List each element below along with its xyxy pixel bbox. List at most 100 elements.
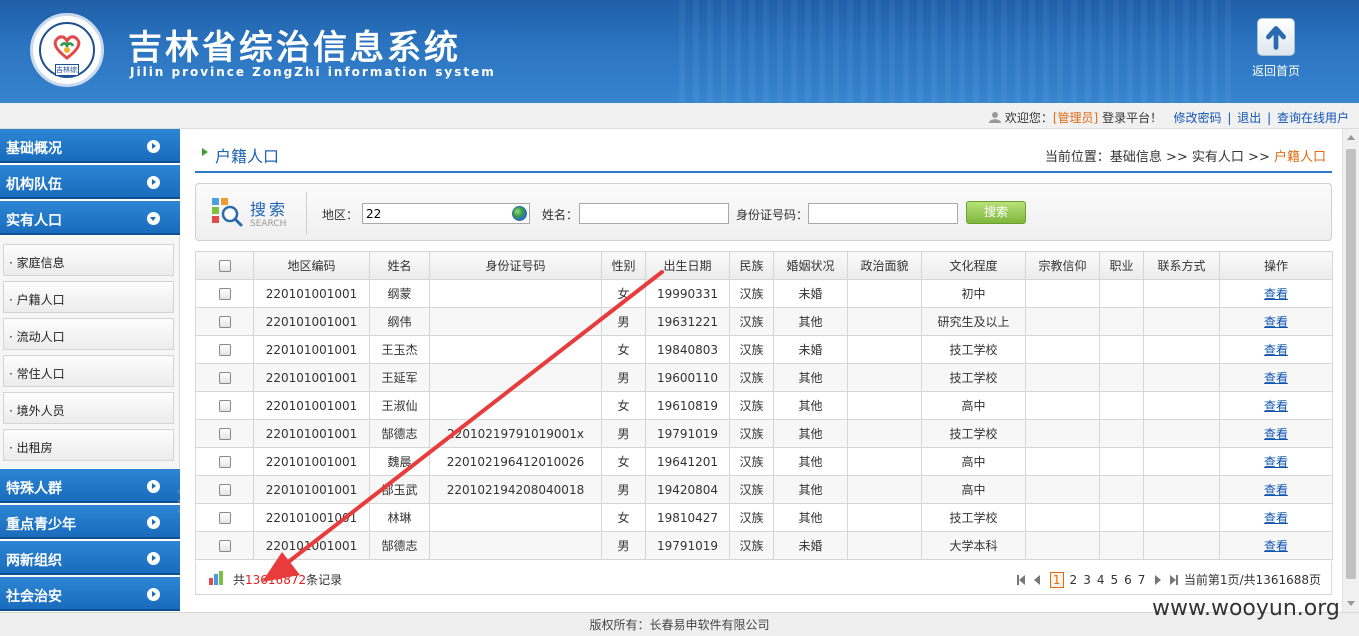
select-all-checkbox-cell[interactable] (195, 251, 254, 280)
action-cell: 查看 (1219, 307, 1333, 336)
table-cell (847, 503, 922, 532)
sidebar-item-actual-population[interactable]: 实有人口 (0, 201, 180, 235)
page-number[interactable]: 7 (1138, 573, 1146, 587)
column-header: 操作 (1219, 251, 1333, 280)
next-page-icon[interactable] (1154, 575, 1162, 585)
change-password-link[interactable]: 修改密码 (1174, 111, 1222, 125)
id-number-input[interactable] (808, 203, 958, 224)
view-link[interactable]: 查看 (1264, 483, 1288, 497)
watermark-text: www.wooyun.org (1152, 596, 1340, 621)
page-number[interactable]: 2 (1070, 573, 1078, 587)
row-checkbox[interactable] (218, 400, 231, 412)
search-button[interactable]: 搜索 (966, 201, 1026, 224)
population-table: 地区编码 姓名 身份证号码 性别 出生日期 民族 婚姻状况 政治面貌 文化程度 宗教信仰 职业 联系方… (195, 251, 1333, 560)
view-link[interactable]: 查看 (1264, 539, 1288, 553)
sidebar-item-organization[interactable]: 机构队伍 (0, 165, 180, 199)
prev-page-icon[interactable] (1033, 575, 1041, 585)
logout-link[interactable]: 退出 (1237, 111, 1261, 125)
select-all-checkbox[interactable] (218, 260, 231, 272)
row-checkbox-cell[interactable] (195, 279, 254, 308)
home-button[interactable]: 返回首页 (1248, 18, 1304, 82)
table-cell: 汉族 (729, 307, 774, 336)
name-input[interactable] (579, 203, 729, 224)
page-number[interactable]: 6 (1124, 573, 1132, 587)
table-cell: 19840803 (645, 335, 730, 364)
view-link[interactable]: 查看 (1264, 399, 1288, 413)
sidebar-subitem-text: 户籍人口 (16, 293, 65, 307)
region-input[interactable] (362, 203, 530, 224)
sidebar-subitem-text: 流动人口 (16, 330, 65, 344)
scroll-thumb[interactable] (1346, 149, 1356, 579)
table-cell: 其他 (773, 307, 848, 336)
sidebar-subitem-floating-population[interactable]: · 流动人口 (3, 318, 174, 350)
online-users-link[interactable]: 查询在线用户 (1277, 111, 1349, 125)
last-page-icon[interactable] (1170, 575, 1179, 585)
row-checkbox[interactable] (218, 428, 231, 440)
row-checkbox[interactable] (218, 512, 231, 524)
table-cell: 其他 (773, 447, 848, 476)
row-checkbox-cell[interactable] (195, 307, 254, 336)
row-checkbox-cell[interactable] (195, 363, 254, 392)
row-checkbox[interactable] (218, 540, 231, 552)
sidebar-subitem-resident-population[interactable]: · 常住人口 (3, 355, 174, 387)
table-cell: 其他 (773, 419, 848, 448)
row-checkbox-cell[interactable] (195, 503, 254, 532)
row-checkbox-cell[interactable] (195, 391, 254, 420)
table-cell: 19791019 (645, 419, 730, 448)
globe-icon[interactable] (512, 206, 527, 221)
vertical-scrollbar[interactable] (1342, 129, 1359, 612)
view-link[interactable]: 查看 (1264, 315, 1288, 329)
row-checkbox[interactable] (218, 456, 231, 468)
row-checkbox-cell[interactable] (195, 475, 254, 504)
table-cell: 220101001001 (253, 335, 370, 364)
page-number[interactable]: 1 (1049, 572, 1064, 588)
sidebar-subitem-registered-population[interactable]: · 户籍人口 (3, 281, 174, 313)
table-cell (1143, 531, 1220, 560)
table-row: 220101001001 纲伟 男 19631221 汉族 其他 研究生及以上 查看 (195, 307, 1333, 336)
sidebar-collapse-toggle[interactable]: ‹ ‹ ‹ (177, 487, 185, 519)
view-link[interactable]: 查看 (1264, 371, 1288, 385)
view-link[interactable]: 查看 (1264, 427, 1288, 441)
scroll-up-icon[interactable] (1347, 135, 1355, 140)
first-page-icon[interactable] (1017, 575, 1026, 585)
sidebar-item-public-security[interactable]: 社会治安 (0, 577, 180, 611)
column-header: 性别 (601, 251, 646, 280)
action-cell: 查看 (1219, 279, 1333, 308)
sidebar-item-special-groups[interactable]: 特殊人群 (0, 469, 180, 503)
row-checkbox-cell[interactable] (195, 419, 254, 448)
page-number[interactable]: 5 (1110, 573, 1118, 587)
row-checkbox-cell[interactable] (195, 335, 254, 364)
sidebar-subitem-label: · 家庭信息 (9, 256, 65, 270)
view-link[interactable]: 查看 (1264, 287, 1288, 301)
table-cell: 王玉杰 (369, 335, 430, 364)
action-cell: 查看 (1219, 531, 1333, 560)
row-checkbox[interactable] (218, 288, 231, 300)
page-number[interactable]: 3 (1083, 573, 1091, 587)
sidebar-subitem-family-info[interactable]: · 家庭信息 (3, 244, 174, 276)
scroll-down-icon[interactable] (1347, 601, 1355, 606)
column-header: 身份证号码 (429, 251, 602, 280)
table-cell: 19810427 (645, 503, 730, 532)
row-checkbox-cell[interactable] (195, 447, 254, 476)
row-checkbox[interactable] (218, 484, 231, 496)
sidebar-item-new-organizations[interactable]: 两新组织 (0, 541, 180, 575)
row-checkbox-cell[interactable] (195, 531, 254, 560)
view-link[interactable]: 查看 (1264, 343, 1288, 357)
table-cell (1025, 391, 1100, 420)
row-checkbox[interactable] (218, 316, 231, 328)
view-link[interactable]: 查看 (1264, 455, 1288, 469)
row-checkbox[interactable] (218, 372, 231, 384)
page-number[interactable]: 4 (1097, 573, 1105, 587)
sidebar-item-key-youth[interactable]: 重点青少年 (0, 505, 180, 539)
table-header-row: 地区编码 姓名 身份证号码 性别 出生日期 民族 婚姻状况 政治面貌 文化程度 宗教信仰 职业 联系方… (195, 251, 1333, 280)
table-cell: 女 (601, 503, 646, 532)
id-number-label: 身份证号码： (736, 208, 809, 222)
main-content: 户籍人口 当前位置：基础信息 >> 实有人口 >> 户籍人口 搜索 SEARCH… (195, 129, 1333, 612)
table-cell (1143, 363, 1220, 392)
sidebar-item-basic-overview[interactable]: 基础概况 (0, 129, 180, 163)
table-cell (1143, 475, 1220, 504)
sidebar-subitem-rental-housing[interactable]: · 出租房 (3, 429, 174, 461)
view-link[interactable]: 查看 (1264, 511, 1288, 525)
sidebar-subitem-overseas-persons[interactable]: · 境外人员 (3, 392, 174, 424)
row-checkbox[interactable] (218, 344, 231, 356)
